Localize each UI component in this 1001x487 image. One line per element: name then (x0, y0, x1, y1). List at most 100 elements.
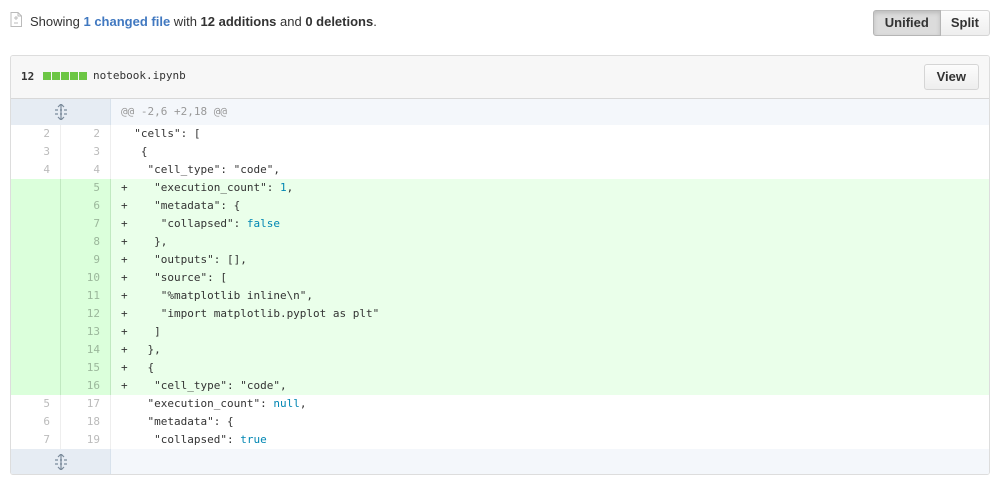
new-line-number[interactable]: 10 (61, 269, 111, 287)
diff-line-addition: 5 + "execution_count": 1, (11, 179, 989, 197)
file-diff: 12 notebook.ipynb View @@ -2,6 +2,18 @@ … (10, 55, 990, 475)
view-file-button[interactable]: View (923, 64, 979, 90)
old-line-number[interactable] (11, 323, 61, 341)
new-line-number[interactable]: 6 (61, 197, 111, 215)
old-line-number[interactable]: 7 (11, 431, 61, 449)
diff-line-addition: 13 + ] (11, 323, 989, 341)
code-line: "metadata": { (121, 415, 234, 428)
code-line: + "import matplotlib.pyplot as plt" (111, 305, 989, 323)
diffstat-block (43, 72, 51, 80)
diff-lines: 22 "cells": [3 3 {4 4 "cell_type": "code",… (11, 125, 989, 449)
diff-view-toggle: Unified Split (872, 10, 990, 36)
new-line-number[interactable]: 11 (61, 287, 111, 305)
expand-up-button[interactable] (11, 99, 111, 125)
code-line: + }, (111, 341, 989, 359)
new-line-number[interactable]: 8 (61, 233, 111, 251)
diff-summary: Showing 1 changed file with 12 additions… (30, 14, 377, 29)
diff-line-addition: 6 + "metadata": { (11, 197, 989, 215)
file-diff-icon (10, 12, 22, 27)
diffstat-block (61, 72, 69, 80)
code-line: + ] (111, 323, 989, 341)
new-line-number[interactable]: 12 (61, 305, 111, 323)
new-line-number[interactable]: 2 (61, 125, 111, 143)
code-line: + "cell_type": "code", (111, 377, 989, 395)
split-view-button[interactable]: Split (940, 10, 990, 36)
code-line: + "source": [ (111, 269, 989, 287)
old-line-number[interactable] (11, 305, 61, 323)
diffstat-block (52, 72, 60, 80)
new-line-number[interactable]: 17 (61, 395, 111, 413)
new-line-number[interactable]: 7 (61, 215, 111, 233)
old-line-number[interactable]: 3 (11, 143, 61, 161)
old-line-number[interactable]: 5 (11, 395, 61, 413)
diffstat-block (79, 72, 87, 80)
diff-line-addition: 16 + "cell_type": "code", (11, 377, 989, 395)
old-line-number[interactable] (11, 341, 61, 359)
diff-body: @@ -2,6 +2,18 @@ 22 "cells": [3 3 {4 4 "ce… (11, 99, 989, 474)
expand-down-button[interactable] (11, 449, 111, 474)
diff-toc: Showing 1 changed file with 12 additions… (10, 10, 990, 36)
old-line-number[interactable] (11, 287, 61, 305)
diff-line-addition: 11 + "%matplotlib inline\n", (11, 287, 989, 305)
diffstat-count: 12 (21, 70, 35, 83)
new-line-number[interactable]: 13 (61, 323, 111, 341)
file-header: 12 notebook.ipynb View (11, 56, 989, 99)
code-line: { (121, 145, 148, 158)
diff-line-addition: 15 + { (11, 359, 989, 377)
unfold-icon (55, 104, 67, 120)
old-line-number[interactable] (11, 359, 61, 377)
code-line: + "collapsed": false (111, 215, 989, 233)
diff-line-addition: 10 + "source": [ (11, 269, 989, 287)
new-line-number[interactable]: 16 (61, 377, 111, 395)
old-line-number[interactable] (11, 233, 61, 251)
diff-line-addition: 9 + "outputs": [], (11, 251, 989, 269)
new-line-number[interactable]: 19 (61, 431, 111, 449)
code-line: "collapsed": true (121, 433, 267, 446)
diff-line-context: 22 "cells": [ (11, 125, 989, 143)
code-line: "cell_type": "code", (121, 163, 280, 176)
new-line-number[interactable]: 3 (61, 143, 111, 161)
changed-files-link[interactable]: 1 changed file (83, 14, 170, 29)
diffstat-bar (43, 72, 88, 80)
new-line-number[interactable]: 5 (61, 179, 111, 197)
diff-line-addition: 8 + }, (11, 233, 989, 251)
code-line: "cells": [ (121, 127, 201, 140)
old-line-number[interactable] (11, 269, 61, 287)
diffstat-block (70, 72, 78, 80)
new-line-number[interactable]: 15 (61, 359, 111, 377)
diff-line-context: 6 18 "metadata": { (11, 413, 989, 431)
diff-line-addition: 7 + "collapsed": false (11, 215, 989, 233)
old-line-number[interactable] (11, 215, 61, 233)
code-line: + "metadata": { (111, 197, 989, 215)
old-line-number[interactable]: 6 (11, 413, 61, 431)
unified-view-button[interactable]: Unified (872, 10, 941, 36)
old-line-number[interactable] (11, 377, 61, 395)
diff-line-context: 5 17 "execution_count": null, (11, 395, 989, 413)
deletions-count: 0 deletions (305, 14, 374, 29)
hunk-header-text: @@ -2,6 +2,18 @@ (111, 99, 989, 125)
code-line: + "%matplotlib inline\n", (111, 287, 989, 305)
file-name[interactable]: notebook.ipynb (93, 69, 186, 82)
additions-count: 12 additions (200, 14, 277, 29)
new-line-number[interactable]: 9 (61, 251, 111, 269)
new-line-number[interactable]: 14 (61, 341, 111, 359)
diff-line-addition: 14 + }, (11, 341, 989, 359)
code-line: + }, (111, 233, 989, 251)
unfold-icon (55, 454, 67, 470)
diff-line-addition: 12 + "import matplotlib.pyplot as plt" (11, 305, 989, 323)
hunk-header: @@ -2,6 +2,18 @@ (11, 99, 989, 125)
new-line-number[interactable]: 4 (61, 161, 111, 179)
code-line: + { (111, 359, 989, 377)
code-line: "execution_count": null, (121, 397, 307, 410)
code-line: + "execution_count": 1, (111, 179, 989, 197)
old-line-number[interactable]: 4 (11, 161, 61, 179)
diff-line-context: 7 19 "collapsed": true (11, 431, 989, 449)
diff-line-context: 44 "cell_type": "code", (11, 161, 989, 179)
new-line-number[interactable]: 18 (61, 413, 111, 431)
old-line-number[interactable] (11, 251, 61, 269)
old-line-number[interactable] (11, 179, 61, 197)
diff-line-context: 33 { (11, 143, 989, 161)
hunk-footer (11, 449, 989, 474)
old-line-number[interactable]: 2 (11, 125, 61, 143)
old-line-number[interactable] (11, 197, 61, 215)
